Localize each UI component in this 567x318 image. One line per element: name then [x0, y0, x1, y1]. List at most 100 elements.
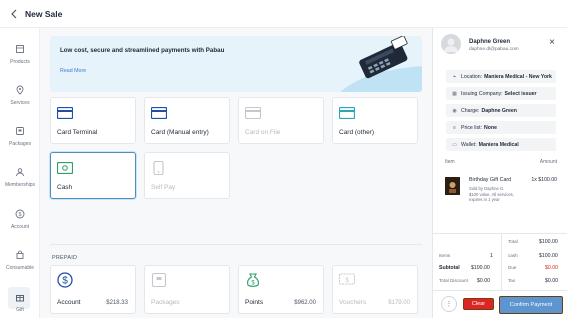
- sidebar-item-label: Packages: [9, 141, 31, 147]
- card-icon: [56, 106, 74, 120]
- prepaid-value: $179.00: [388, 300, 410, 306]
- items-value: 1: [490, 253, 493, 259]
- line-item-price: 1x $100.00: [531, 177, 557, 183]
- cash-icon: [56, 161, 74, 175]
- voucher-icon: $: [338, 272, 356, 286]
- payment-card-terminal[interactable]: Card Terminal: [50, 97, 136, 144]
- arrow-left-icon[interactable]: [5, 9, 23, 19]
- page-header: New Sale: [0, 0, 567, 28]
- payment-self-pay[interactable]: Self Pay: [144, 152, 230, 199]
- sidebar-item-packages[interactable]: Packages: [0, 124, 40, 147]
- sidebar-item-memberships[interactable]: Memberships: [0, 165, 40, 188]
- location-field[interactable]: ⌖ Location: Maniera Medical - New York: [446, 70, 556, 83]
- svg-text:$: $: [251, 281, 255, 287]
- list-icon: ≡: [453, 124, 456, 131]
- discount-label: Total Discount: [439, 278, 468, 283]
- subtotal-value: $100.00: [471, 265, 490, 271]
- prepaid-label: Points: [245, 299, 264, 306]
- tax-value: $0.00: [545, 278, 558, 284]
- more-options-button[interactable]: ⋮: [441, 296, 457, 312]
- card-icon: [338, 106, 356, 120]
- banner-text: Low cost, secure and streamlined payment…: [60, 47, 225, 54]
- column-header-amount: Amount: [539, 159, 557, 165]
- tax-label: Tax: [508, 278, 516, 283]
- prepaid-heading: PREPAID: [52, 255, 78, 261]
- line-item-name[interactable]: Birthday Gift Card: [469, 177, 511, 183]
- sidebar-item-label: Products: [10, 59, 30, 65]
- payment-methods-area: Low cost, secure and streamlined payment…: [40, 28, 432, 318]
- user-icon: ◉: [452, 107, 457, 114]
- sidebar-item-account[interactable]: $ Account: [0, 207, 40, 230]
- prepaid-account[interactable]: $ Account $218.33: [50, 265, 136, 314]
- prepaid-value: $218.33: [106, 300, 128, 306]
- payment-method-label: Card (other): [339, 129, 375, 136]
- sidebar-item-label: Services: [10, 100, 30, 106]
- due-value: $0.00: [545, 265, 558, 271]
- customer-name: Daphne Green: [469, 39, 511, 45]
- dollar-circle-icon: $: [13, 207, 27, 221]
- subtotal-label: Subtotal: [439, 265, 460, 271]
- package-icon: [13, 124, 27, 138]
- new-sale-screen: New Sale Products Services Packages Memb…: [0, 0, 567, 318]
- prepaid-vouchers[interactable]: $ Vouchers $179.00: [332, 265, 418, 314]
- totals-divider: [501, 233, 502, 290]
- sidebar-item-gift[interactable]: Gift: [0, 287, 40, 313]
- sidebar-item-services[interactable]: Services: [0, 83, 40, 106]
- sidebar-item-label: Account: [10, 224, 30, 230]
- payment-method-label: Card on File: [245, 129, 281, 136]
- location-pin-icon: [13, 83, 27, 97]
- payment-method-label: Card Terminal: [57, 129, 98, 136]
- sidebar-item-products[interactable]: Products: [0, 42, 40, 65]
- confirm-payment-button[interactable]: Confirm Payment: [499, 296, 563, 314]
- gift-icon: [13, 290, 27, 304]
- svg-text:$: $: [345, 278, 349, 284]
- line-item-details: Sold by Daphne G. $100 value, All servic…: [469, 186, 514, 202]
- prepaid-value: $962.00: [294, 300, 316, 306]
- payment-method-label: Card (Manual entry): [151, 129, 209, 136]
- promo-banner: Low cost, secure and streamlined payment…: [50, 36, 422, 92]
- payment-card-other[interactable]: Card (other): [332, 97, 418, 144]
- package-icon: [151, 272, 167, 288]
- sidebar-item-label: Memberships: [4, 182, 35, 188]
- discount-value: $0.00: [477, 278, 490, 284]
- sidebar-item-label: Consumable: [5, 265, 35, 271]
- wallet-field[interactable]: ▭ Wallet: Maniera Medical: [446, 138, 556, 151]
- card-icon: [244, 106, 262, 120]
- card-terminal-illustration: [340, 36, 422, 92]
- order-summary-panel: Daphne Green daphne.dl@pabau.com × ⌖ Loc…: [432, 28, 567, 318]
- read-more-link[interactable]: Read More: [60, 68, 86, 74]
- close-icon[interactable]: ×: [549, 38, 555, 48]
- customer-email: daphne.dl@pabau.com: [469, 47, 519, 52]
- payment-cash[interactable]: Cash: [50, 152, 136, 199]
- total-value: $100.00: [539, 239, 558, 245]
- charge-field[interactable]: ◉ Charge: Daphne Green: [446, 104, 556, 117]
- issuing-company-field[interactable]: ▦ Issuing Company: Select issuer: [446, 87, 556, 100]
- dollar-circle-icon: $: [57, 272, 73, 288]
- cash-value: $100.00: [539, 253, 558, 259]
- payment-card-manual[interactable]: Card (Manual entry): [144, 97, 230, 144]
- payment-method-label: Self Pay: [151, 184, 176, 191]
- category-sidebar: Products Services Packages Memberships $…: [0, 28, 40, 318]
- box-icon: [13, 42, 27, 56]
- phone-icon: [151, 160, 167, 176]
- avatar[interactable]: [441, 34, 461, 54]
- prepaid-points[interactable]: $ Points $962.00: [238, 265, 324, 314]
- location-pin-icon: ⌖: [453, 73, 456, 80]
- total-label: Total: [508, 239, 518, 244]
- users-icon: [13, 165, 27, 179]
- cash-label: cash: [508, 253, 518, 258]
- items-label: Items: [439, 253, 451, 258]
- item-thumbnail: [445, 177, 460, 195]
- due-label: Due: [508, 265, 517, 270]
- prepaid-packages[interactable]: Packages: [144, 265, 230, 314]
- sidebar-item-label: Gift: [16, 307, 24, 313]
- money-bag-icon: $: [245, 272, 261, 287]
- card-icon: [150, 106, 168, 120]
- clear-button[interactable]: Clear: [463, 298, 494, 310]
- svg-text:$: $: [18, 212, 21, 218]
- sidebar-item-consumable[interactable]: Consumable: [0, 248, 40, 271]
- payment-card-on-file[interactable]: Card on File: [238, 97, 324, 144]
- building-icon: ▦: [452, 90, 457, 97]
- price-list-field[interactable]: ≡ Price list: None: [446, 121, 556, 134]
- svg-text:$: $: [62, 276, 68, 287]
